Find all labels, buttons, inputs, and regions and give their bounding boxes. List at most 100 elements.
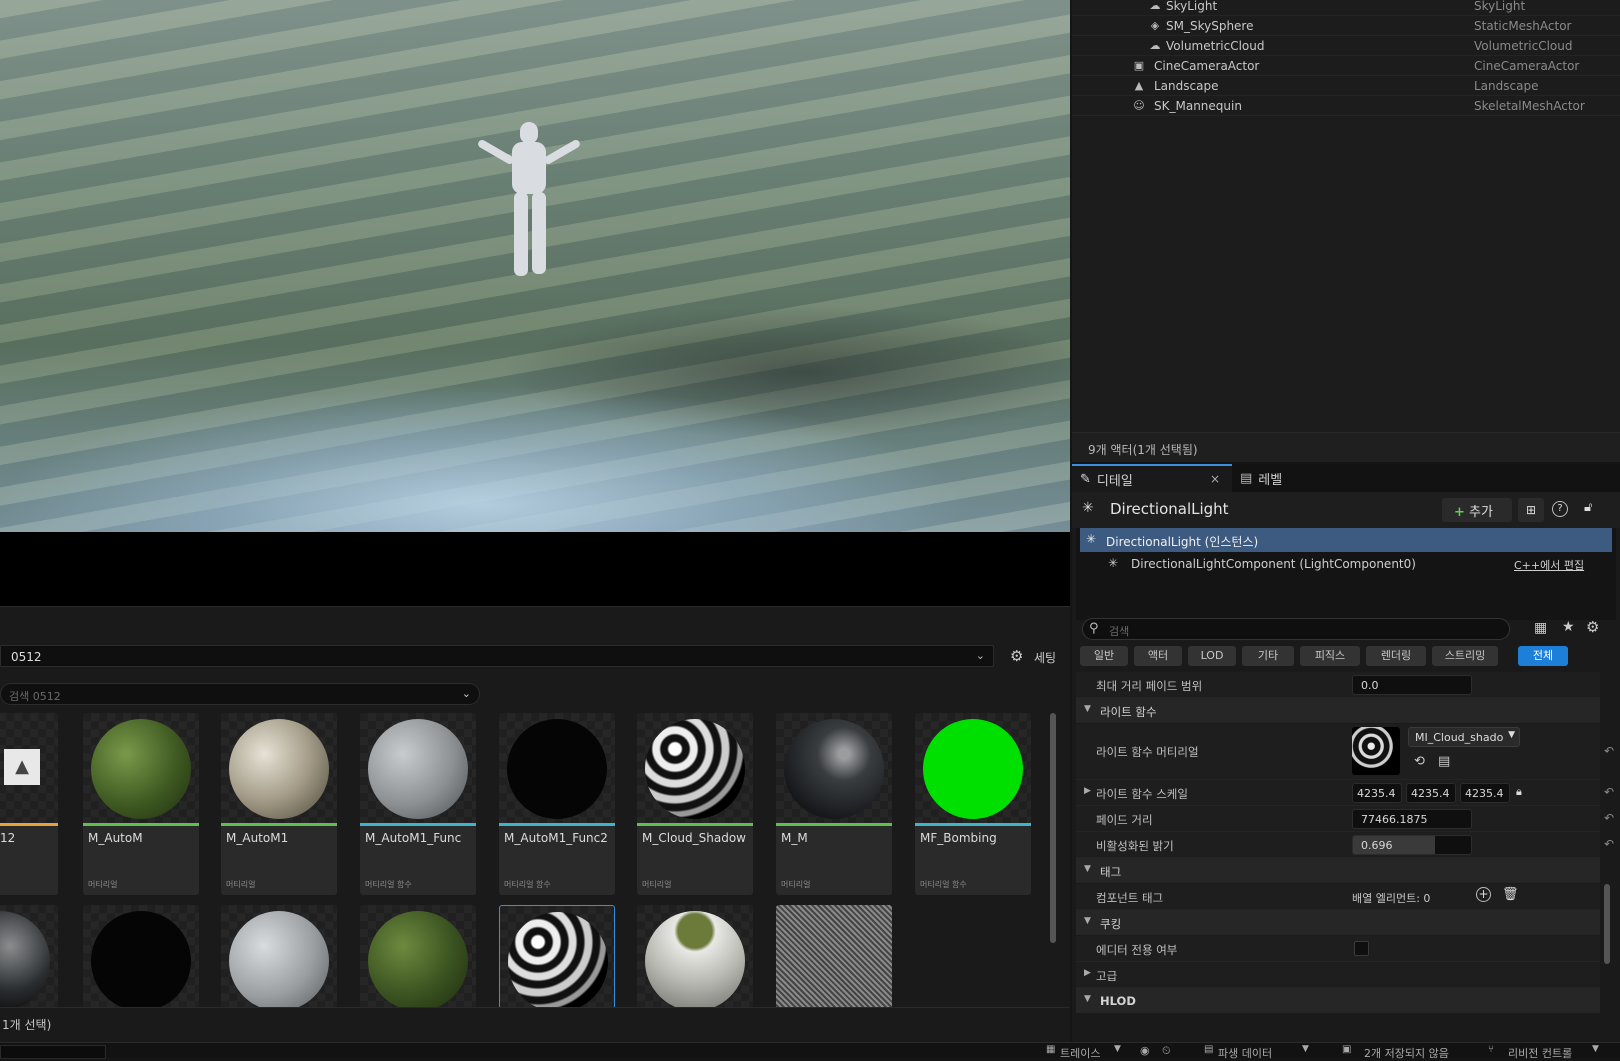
filter-actor[interactable]: 액터 xyxy=(1134,646,1182,666)
browse-asset-icon[interactable]: ▤ xyxy=(1438,754,1450,769)
asset-tile-selected[interactable] xyxy=(499,905,615,1009)
asset-thumbnail xyxy=(915,713,1031,825)
record-icon[interactable]: ◉ xyxy=(1140,1044,1150,1057)
asset-tile[interactable]: M_AutoM1_Func2 머티리얼 함수 xyxy=(499,713,615,895)
blueprint-icon[interactable]: ⊞ xyxy=(1518,498,1544,522)
asset-tile[interactable]: M_AutoM1_Func 머티리얼 함수 xyxy=(360,713,476,895)
selection-status: 1개 선택) xyxy=(2,1018,52,1032)
filter-streaming[interactable]: 스트리밍 xyxy=(1432,646,1498,666)
section-tags[interactable]: ▼ 태그 xyxy=(1076,858,1600,884)
scale-x-field[interactable]: 4235.4 xyxy=(1352,783,1402,803)
asset-tile[interactable] xyxy=(776,905,892,1009)
filter-misc[interactable]: 기타 xyxy=(1242,646,1294,666)
add-element-icon[interactable]: + xyxy=(1476,887,1491,902)
scale-z-field[interactable]: 4235.4 xyxy=(1460,783,1510,803)
asset-thumbnail xyxy=(360,713,476,825)
asset-search-input[interactable]: 검색 0512 ⌄ xyxy=(0,683,480,705)
path-bar[interactable]: 0512 ⌄ xyxy=(0,645,994,667)
details-search-input[interactable]: ⚲ 검색 xyxy=(1082,618,1510,640)
browse-back-icon[interactable]: ⟲ xyxy=(1414,754,1425,769)
asset-type-bar xyxy=(360,823,476,826)
component-instance-row[interactable]: ✳ DirectionalLight (인스턴스) xyxy=(1080,528,1612,552)
close-icon[interactable]: × xyxy=(1210,472,1220,486)
gear-icon[interactable]: ⚙ xyxy=(1010,647,1023,665)
section-hlod[interactable]: ▼ HLOD xyxy=(1076,988,1600,1014)
caret-down-icon: ▼ xyxy=(1084,704,1091,714)
caret-right-icon[interactable]: ▶ xyxy=(1084,786,1091,796)
filter-general[interactable]: 일반 xyxy=(1080,646,1128,666)
directional-light-icon: ✳ xyxy=(1082,500,1094,516)
prop-component-tags: 컴포넌트 태그 배열 엘리먼트: 0 + 🗑︎ xyxy=(1076,884,1600,910)
lock-icon[interactable]: 🔓︎ xyxy=(1584,500,1592,515)
outliner-row[interactable]: ☁ SkyLight SkyLight xyxy=(1072,0,1620,16)
tab-level[interactable]: ▤ 레벨 xyxy=(1232,464,1290,492)
asset-tile[interactable] xyxy=(83,905,199,1009)
asset-tile[interactable]: ▲ 12 xyxy=(0,713,58,895)
filter-rendering[interactable]: 렌더링 xyxy=(1366,646,1426,666)
asset-type: 머티리얼 함수 xyxy=(365,880,412,889)
table-view-icon[interactable]: ▦ xyxy=(1534,620,1547,636)
help-icon[interactable]: ? xyxy=(1552,501,1568,517)
filter-lod[interactable]: LOD xyxy=(1188,646,1236,666)
asset-name: M_AutoM1_Func2 xyxy=(504,831,608,845)
gear-icon[interactable]: ⚙ xyxy=(1586,618,1599,636)
asset-type: 머티리얼 xyxy=(226,880,256,889)
outliner-row[interactable]: ▣ CineCameraActor CineCameraActor xyxy=(1072,56,1620,76)
derived-data-label[interactable]: 파생 데이터 xyxy=(1218,1045,1272,1061)
outliner-row[interactable]: ☁ VolumetricCloud VolumetricCloud xyxy=(1072,36,1620,56)
section-cooking[interactable]: ▼ 쿠킹 xyxy=(1076,910,1600,936)
scale-y-field[interactable]: 4235.4 xyxy=(1406,783,1456,803)
outliner-row[interactable]: ◈ SM_SkySphere StaticMeshActor xyxy=(1072,16,1620,36)
asset-tile[interactable]: M_M 머티리얼 xyxy=(776,713,892,895)
directional-light-icon: ✳ xyxy=(1108,556,1119,570)
reset-arrow-icon[interactable]: ↶ xyxy=(1604,785,1614,799)
outliner-row-type: Landscape xyxy=(1474,78,1539,93)
edit-in-cpp-link[interactable]: C++에서 편집 xyxy=(1514,557,1584,573)
add-component-button[interactable]: + 추가 xyxy=(1442,498,1512,522)
content-scrollbar[interactable] xyxy=(1050,713,1056,943)
material-dropdown[interactable]: MI_Cloud_shado ▼ xyxy=(1408,727,1520,747)
prop-max-distance-fade: 최대 거리 페이드 범위 0.0 xyxy=(1076,672,1600,698)
asset-tile[interactable]: MF_Bombing 머티리얼 함수 xyxy=(915,713,1031,895)
reset-arrow-icon[interactable]: ↶ xyxy=(1604,744,1614,758)
asset-tile[interactable]: M_AutoM1 머티리얼 xyxy=(221,713,337,895)
asset-tile[interactable] xyxy=(221,905,337,1009)
star-icon[interactable]: ★ xyxy=(1562,619,1575,635)
asset-tile[interactable] xyxy=(0,905,58,1009)
settings-label[interactable]: 세팅 xyxy=(1034,649,1056,666)
unsaved-label[interactable]: 2개 저장되지 않음 xyxy=(1364,1045,1449,1061)
outliner-row[interactable]: ▲ Landscape Landscape xyxy=(1072,76,1620,96)
reset-arrow-icon[interactable]: ↶ xyxy=(1604,811,1614,825)
editor-only-checkbox[interactable] xyxy=(1354,941,1369,956)
outliner-row[interactable]: ☺ SK_Mannequin SkeletalMeshActor xyxy=(1072,96,1620,116)
tab-details[interactable]: ✎ 디테일 × xyxy=(1072,464,1232,492)
asset-tile[interactable]: M_AutoM 머티리얼 xyxy=(83,713,199,895)
max-distance-fade-field[interactable]: 0.0 xyxy=(1352,675,1472,695)
material-sphere xyxy=(0,911,50,1009)
section-light-function[interactable]: ▼ 라이트 함수 xyxy=(1076,698,1600,724)
asset-type-bar xyxy=(83,823,199,826)
reset-arrow-icon[interactable]: ↶ xyxy=(1604,837,1614,851)
asset-tile[interactable] xyxy=(360,905,476,1009)
details-scrollbar[interactable] xyxy=(1604,884,1610,964)
trace-label[interactable]: 트레이스 xyxy=(1060,1045,1100,1061)
filter-physics[interactable]: 피직스 xyxy=(1300,646,1360,666)
revision-control-label[interactable]: 리비전 컨트롤 xyxy=(1508,1045,1572,1061)
outliner-row-type: VolumetricCloud xyxy=(1474,38,1573,53)
component-row[interactable]: ✳ DirectionalLightComponent (LightCompon… xyxy=(1080,552,1612,576)
level-viewport[interactable] xyxy=(0,0,1070,532)
chevron-down-icon: ⌄ xyxy=(975,649,985,662)
material-thumbnail[interactable] xyxy=(1352,727,1400,775)
asset-tile[interactable] xyxy=(637,905,753,1009)
fade-distance-field[interactable]: 77466.1875 xyxy=(1352,809,1472,829)
asset-tile[interactable]: M_Cloud_Shadow 머티리얼 xyxy=(637,713,753,895)
section-label: 태그 xyxy=(1100,865,1122,879)
trash-icon[interactable]: 🗑︎ xyxy=(1502,887,1519,902)
lock-icon[interactable]: 🔒︎ xyxy=(1516,785,1522,799)
console-input[interactable] xyxy=(0,1045,106,1059)
outliner-row-name: Landscape xyxy=(1154,78,1219,93)
alarm-icon[interactable]: ⏲︎ xyxy=(1162,1044,1171,1058)
prop-advanced[interactable]: ▶ 고급 xyxy=(1076,962,1600,988)
filter-all[interactable]: 전체 xyxy=(1518,646,1568,666)
disabled-brightness-slider[interactable]: 0.696 xyxy=(1352,835,1472,855)
